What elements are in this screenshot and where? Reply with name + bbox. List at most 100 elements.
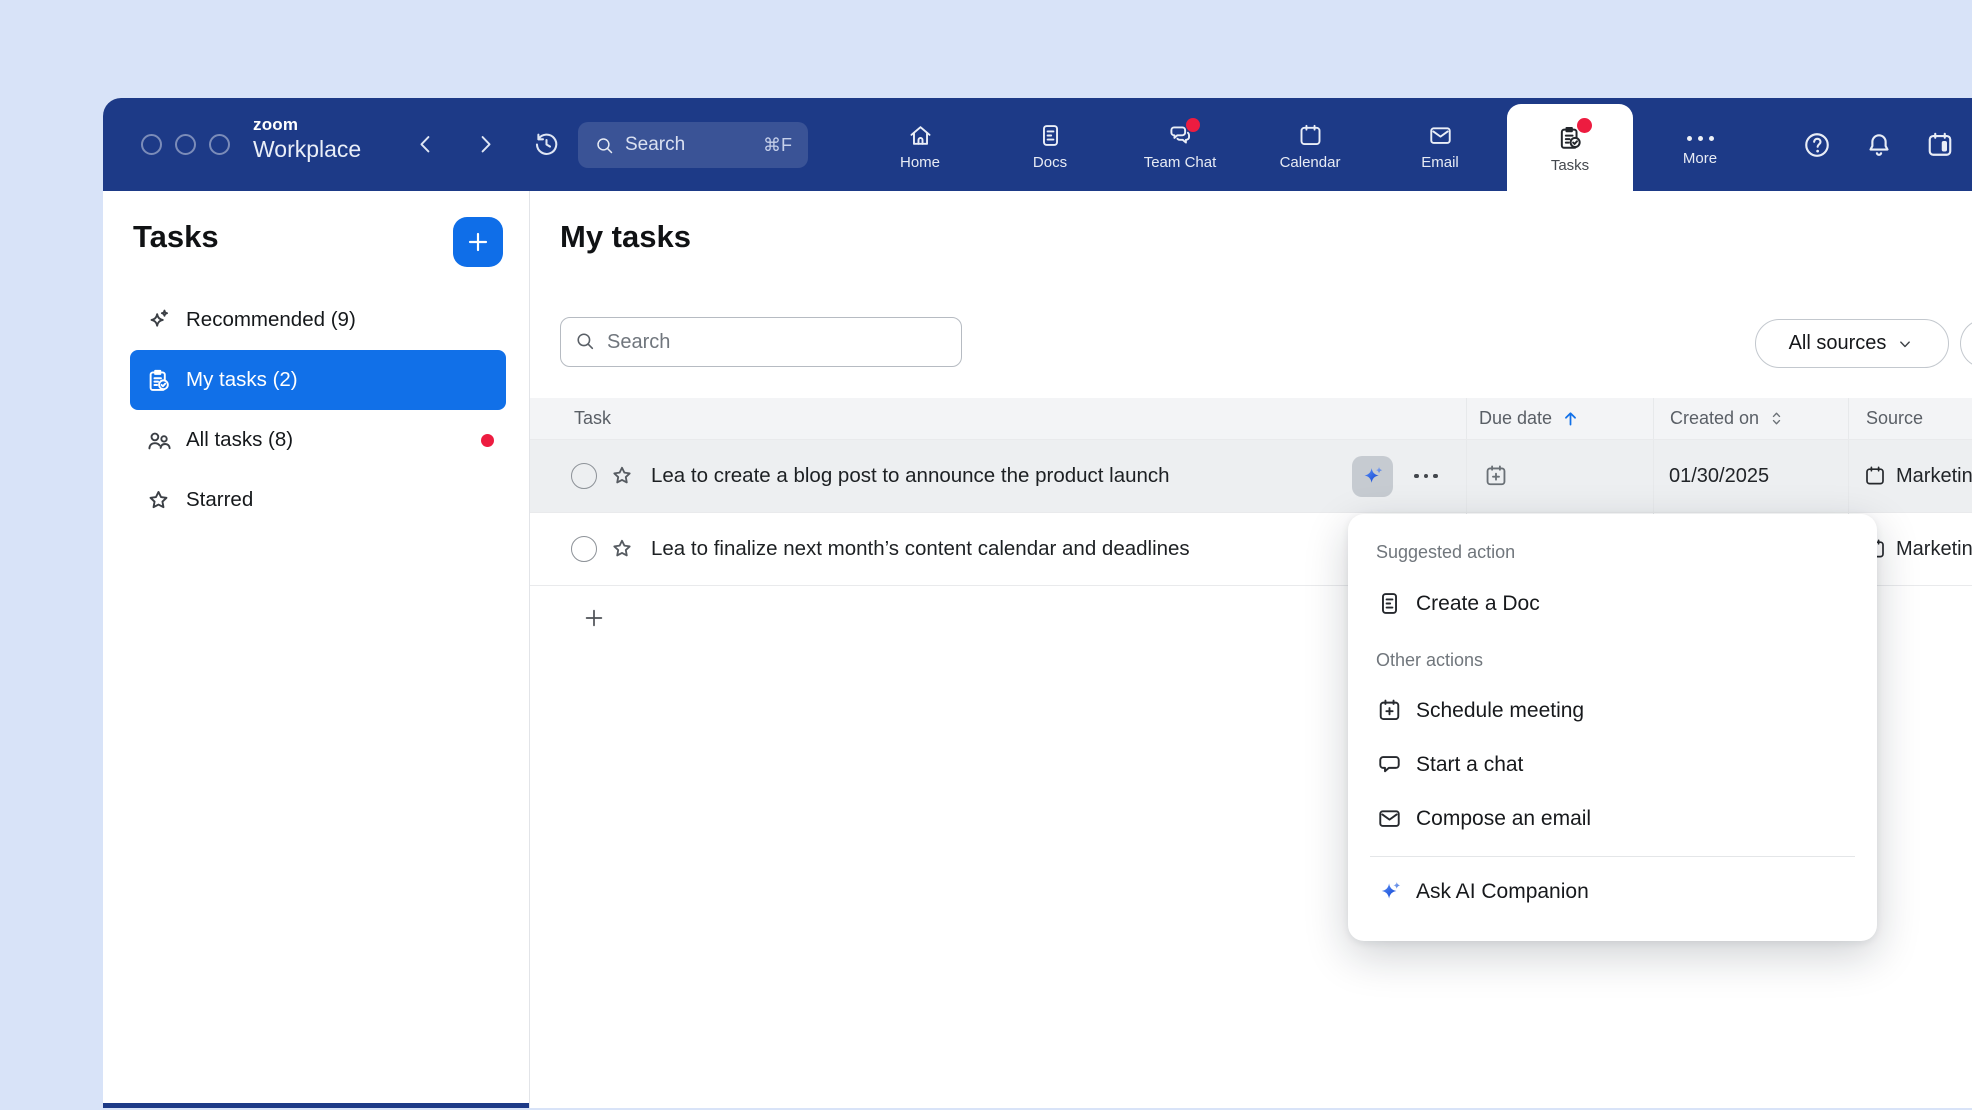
task-checkbox[interactable] — [571, 463, 597, 489]
menu-heading-other: Other actions — [1376, 650, 1849, 671]
people-icon — [145, 427, 172, 454]
table-header: Task Due date Created on Source — [530, 398, 1972, 440]
nav-tasks-label: Tasks — [1551, 157, 1589, 174]
row-more-button[interactable] — [1414, 440, 1438, 512]
sort-icon — [1767, 409, 1786, 428]
main-content: My tasks All sources Task Due date Creat… — [530, 191, 1972, 1108]
sidebar-title: Tasks — [133, 219, 219, 255]
nav-more-label: More — [1683, 150, 1717, 167]
nav-home[interactable]: Home — [855, 98, 985, 191]
sidebar-list: Recommended (9) My tasks (2) All tasks (… — [103, 290, 529, 530]
plus-icon — [465, 229, 491, 255]
sidebar-item-my-tasks[interactable]: My tasks (2) — [130, 350, 506, 410]
calendar-plus-icon — [1376, 697, 1403, 724]
column-header-created-on[interactable]: Created on — [1653, 398, 1848, 439]
forward-button[interactable] — [469, 128, 501, 160]
docs-icon — [1037, 122, 1064, 149]
menu-item-ask-ai-companion[interactable]: Ask AI Companion — [1376, 878, 1849, 906]
top-bar: zoom Workplace Search ⌘F Home Docs Team … — [103, 98, 1972, 191]
task-cell: Lea to finalize next month’s content cal… — [530, 513, 1466, 585]
ai-sparkle-icon — [1376, 878, 1403, 906]
tasks-clipboard-icon — [1556, 124, 1584, 152]
doc-icon — [1376, 590, 1403, 617]
brand-logo: zoom Workplace — [253, 116, 361, 161]
window-control-zoom[interactable] — [209, 134, 230, 155]
all-tasks-badge — [481, 434, 494, 447]
brand-workplace: Workplace — [253, 137, 361, 161]
menu-item-schedule-meeting[interactable]: Schedule meeting — [1376, 697, 1849, 724]
sidebar-item-starred[interactable]: Starred — [103, 470, 529, 530]
ai-companion-button[interactable] — [1352, 456, 1393, 497]
add-task-inline-button[interactable] — [582, 606, 606, 630]
ai-sparkle-icon — [1359, 463, 1386, 490]
tasks-badge — [1577, 118, 1592, 133]
menu-divider — [1370, 856, 1855, 857]
clipboard-check-icon — [145, 367, 172, 394]
envelope-icon — [1376, 805, 1403, 832]
main-nav: Home Docs Team Chat Calendar Email — [855, 98, 1505, 191]
suggested-actions-menu: Suggested action Create a Doc Other acti… — [1348, 514, 1877, 941]
window-control-minimize[interactable] — [175, 134, 196, 155]
sidebar-item-recommended[interactable]: Recommended (9) — [103, 290, 529, 350]
sources-filter-dropdown[interactable]: All sources — [1755, 319, 1949, 368]
task-checkbox[interactable] — [571, 536, 597, 562]
history-icon[interactable] — [530, 128, 562, 160]
due-date-cell[interactable] — [1466, 440, 1653, 512]
window-control-close[interactable] — [141, 134, 162, 155]
source-cell: Marketing — [1848, 440, 1972, 512]
column-header-due-date[interactable]: Due date — [1466, 398, 1653, 439]
home-icon — [907, 122, 934, 149]
nav-calendar-label: Calendar — [1280, 154, 1341, 171]
plus-icon — [582, 606, 606, 630]
team-chat-badge — [1186, 118, 1200, 132]
menu-item-start-chat[interactable]: Start a chat — [1376, 751, 1849, 778]
nav-tasks-active-tab[interactable]: Tasks — [1507, 104, 1633, 191]
star-icon[interactable] — [609, 536, 635, 562]
nav-team-chat[interactable]: Team Chat — [1115, 98, 1245, 191]
global-search-placeholder: Search — [625, 134, 753, 156]
task-search-input[interactable] — [560, 317, 962, 367]
nav-more[interactable]: More — [1635, 98, 1765, 191]
add-due-date-icon — [1483, 463, 1509, 489]
clipped-filter-button[interactable] — [1960, 319, 1972, 368]
search-icon — [594, 135, 615, 156]
task-title: Lea to finalize next month’s content cal… — [651, 537, 1190, 561]
help-icon[interactable] — [1800, 128, 1834, 162]
sidebar-item-all-tasks[interactable]: All tasks (8) — [103, 410, 529, 470]
menu-item-compose-email[interactable]: Compose an email — [1376, 805, 1849, 832]
menu-item-create-doc[interactable]: Create a Doc — [1376, 590, 1849, 617]
task-cell: Lea to create a blog post to announce th… — [530, 440, 1466, 512]
nav-email-label: Email — [1421, 154, 1459, 171]
nav-team-chat-label: Team Chat — [1144, 154, 1217, 171]
column-header-source[interactable]: Source — [1848, 398, 1972, 439]
task-row[interactable]: Lea to create a blog post to announce th… — [530, 440, 1972, 513]
nav-docs-label: Docs — [1033, 154, 1067, 171]
add-task-button[interactable] — [453, 217, 503, 267]
global-search[interactable]: Search ⌘F — [578, 122, 808, 168]
nav-docs[interactable]: Docs — [985, 98, 1115, 191]
brand-zoom: zoom — [253, 116, 361, 134]
window-controls[interactable] — [141, 134, 230, 155]
team-chat-icon — [1167, 122, 1194, 149]
sidebar-item-label: All tasks (8) — [186, 428, 293, 452]
email-icon — [1427, 122, 1454, 149]
back-button[interactable] — [409, 128, 441, 160]
nav-email[interactable]: Email — [1375, 98, 1505, 191]
chat-bubble-icon — [1376, 751, 1403, 778]
nav-home-label: Home — [900, 154, 940, 171]
sidebar-item-label: My tasks (2) — [186, 368, 298, 392]
created-on-cell: 01/30/2025 — [1653, 440, 1848, 512]
sources-filter-label: All sources — [1789, 332, 1887, 355]
app-window: zoom Workplace Search ⌘F Home Docs Team … — [103, 98, 1972, 1108]
nav-calendar[interactable]: Calendar — [1245, 98, 1375, 191]
column-header-task[interactable]: Task — [530, 398, 1466, 439]
page-title: My tasks — [560, 219, 691, 255]
sparkle-icon — [145, 307, 172, 334]
mini-calendar-icon[interactable] — [1923, 128, 1957, 162]
star-icon — [145, 487, 172, 514]
bell-icon[interactable] — [1862, 128, 1896, 162]
search-shortcut: ⌘F — [763, 135, 792, 156]
star-icon[interactable] — [609, 463, 635, 489]
more-icon — [1687, 136, 1714, 141]
sort-ascending-icon — [1560, 408, 1581, 429]
